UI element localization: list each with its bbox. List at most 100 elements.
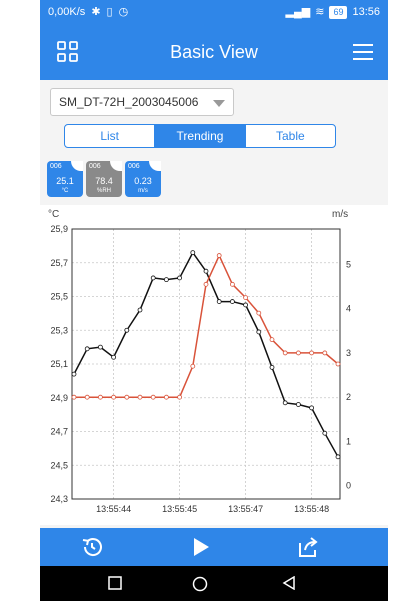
- y-right-tick-label: 0: [346, 481, 351, 491]
- data-point-right: [295, 350, 301, 356]
- y-left-tick-label: 25,3: [50, 325, 68, 335]
- sensor-card-humidity[interactable]: 006 78.4 %RH: [86, 161, 122, 197]
- y-left-tick-label: 24,5: [50, 460, 68, 470]
- back-triangle-icon[interactable]: [282, 576, 296, 590]
- data-point-right: [243, 295, 249, 301]
- data-point-left: [190, 250, 196, 256]
- data-point-left: [98, 344, 103, 350]
- data-point-right: [269, 337, 275, 343]
- data-point-right: [190, 363, 196, 369]
- tab-trending[interactable]: Trending: [155, 125, 246, 147]
- data-point-left: [111, 354, 116, 360]
- y-left-tick-label: 25,7: [50, 258, 68, 268]
- data-point-right: [282, 350, 288, 356]
- data-point-left: [203, 268, 209, 274]
- sensor-id: 006: [50, 163, 62, 170]
- wifi-icon: ≋: [315, 5, 325, 18]
- history-icon[interactable]: [80, 535, 104, 559]
- x-tick-label: 13:55:44: [96, 504, 131, 514]
- data-point-left: [269, 364, 275, 370]
- y-right-tick-label: 4: [346, 304, 351, 314]
- data-point-left: [243, 302, 249, 308]
- data-point-left: [164, 277, 169, 283]
- network-speed: 0,00K/s: [48, 6, 86, 18]
- play-icon[interactable]: [188, 535, 212, 559]
- y-right-tick-label: 5: [346, 259, 351, 269]
- data-point-right: [111, 394, 116, 400]
- signal-icon: ▂▄▆: [285, 5, 311, 18]
- data-point-left: [84, 346, 90, 352]
- data-point-right: [177, 394, 183, 400]
- y-left-tick-label: 24,3: [50, 494, 68, 504]
- recents-square-icon[interactable]: [108, 576, 122, 590]
- sensor-id: 006: [89, 163, 101, 170]
- data-point-left: [216, 299, 222, 304]
- system-nav-bar: [40, 566, 388, 601]
- x-tick-label: 13:55:47: [228, 504, 263, 514]
- data-point-right: [335, 361, 341, 367]
- vibrate-icon: ▯: [106, 5, 113, 18]
- view-tabs: List Trending Table: [64, 124, 336, 148]
- sensor-unit: m/s: [138, 188, 148, 194]
- y-right-tick-label: 3: [346, 348, 351, 358]
- page-title: Basic View: [170, 41, 258, 62]
- y-left-tick-label: 25,1: [50, 359, 68, 369]
- x-tick-label: 13:55:45: [162, 504, 197, 514]
- sensor-value: 0.23: [134, 176, 152, 186]
- data-point-left: [177, 275, 183, 281]
- battery-icon: 69: [329, 5, 348, 19]
- trend-chart: °C m/s 25,9 25,7 25,5 25,3 25,1 24,9 24,7 24,5 24,…: [40, 205, 388, 525]
- share-icon[interactable]: [296, 535, 320, 559]
- left-axis-unit: °C: [48, 209, 59, 220]
- grid-icon[interactable]: [56, 40, 80, 64]
- data-point-right: [84, 394, 90, 400]
- data-point-right: [256, 310, 262, 316]
- data-point-left: [71, 371, 77, 377]
- data-point-right: [216, 253, 222, 258]
- clock: 13:56: [352, 6, 380, 18]
- alarm-icon: ◷: [118, 5, 129, 18]
- hamburger-menu-icon[interactable]: [352, 42, 374, 62]
- y-left-tick-label: 25,5: [50, 292, 68, 302]
- data-point-left: [309, 405, 315, 411]
- y-right-tick-label: 2: [346, 392, 351, 402]
- y-left-tick-label: 24,9: [50, 393, 68, 403]
- card-fold: [149, 161, 161, 171]
- trend-chart-svg: °C m/s 25,9 25,7 25,5 25,3 25,1 24,9 24,7 24,5 24,…: [48, 209, 351, 514]
- data-point-left: [124, 327, 130, 333]
- status-bar: 0,00K/s ✱ ▯ ◷ ▂▄▆ ≋ 69 13:56: [40, 0, 388, 24]
- chevron-down-icon: [213, 100, 225, 107]
- data-point-left: [256, 329, 262, 335]
- data-point-left: [322, 430, 328, 436]
- sensor-value: 78.4: [95, 176, 113, 186]
- right-axis-unit: m/s: [332, 209, 348, 220]
- sensor-card-airspeed[interactable]: 006 0.23 m/s: [125, 161, 161, 197]
- sensor-value: 25.1: [56, 176, 74, 186]
- data-point-right: [71, 394, 77, 400]
- y-left-tick-label: 25,9: [50, 224, 68, 234]
- card-fold: [71, 161, 83, 171]
- tab-list[interactable]: List: [65, 125, 156, 147]
- app-bar: Basic View: [40, 24, 388, 80]
- data-point-right: [164, 394, 169, 400]
- device-select[interactable]: SM_DT-72H_2003045006: [50, 88, 234, 116]
- x-tick-label: 13:55:48: [294, 504, 329, 514]
- sensor-unit: %RH: [96, 188, 111, 194]
- sensor-id: 006: [128, 163, 140, 170]
- y-left-tick-label: 24,7: [50, 427, 68, 437]
- sensor-unit: °C: [61, 188, 69, 194]
- data-point-right: [98, 394, 103, 400]
- data-point-left: [295, 402, 301, 407]
- data-point-right: [229, 281, 235, 287]
- data-point-left: [150, 275, 156, 281]
- data-point-right: [150, 394, 156, 400]
- bottom-toolbar: [40, 528, 388, 566]
- data-point-right: [322, 350, 328, 356]
- device-select-value: SM_DT-72H_2003045006: [59, 95, 199, 109]
- data-point-right: [137, 394, 143, 400]
- tab-table[interactable]: Table: [246, 125, 335, 147]
- home-circle-icon[interactable]: [192, 576, 208, 592]
- data-point-right: [203, 281, 209, 287]
- data-point-left: [282, 400, 288, 406]
- sensor-card-temperature[interactable]: 006 25.1 °C: [47, 161, 83, 197]
